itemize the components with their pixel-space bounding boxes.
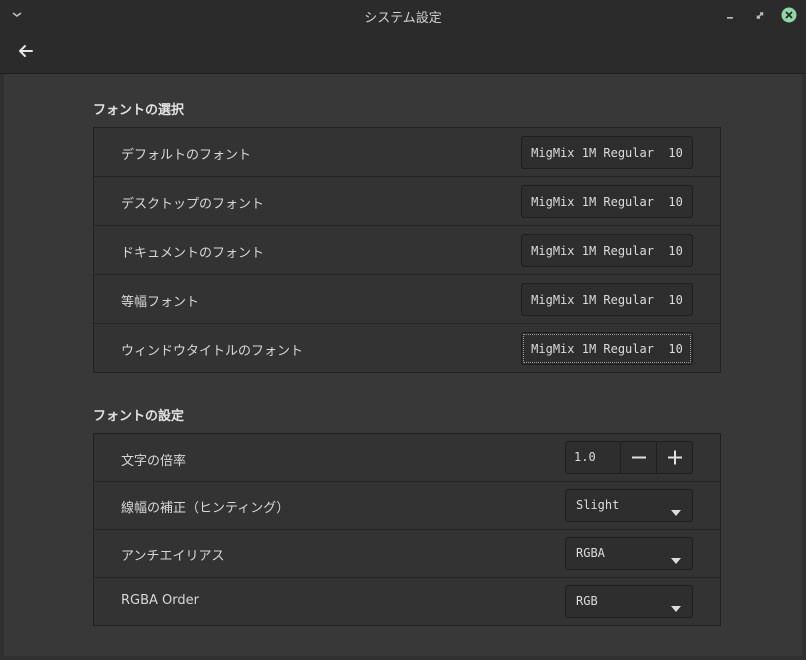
font-row-label: 等幅フォント <box>121 295 200 310</box>
rgba-order-row: RGBA Order RGB <box>94 578 720 625</box>
font-selection-panel: デフォルトのフォント MigMix 1M Regular 10 デスクトップのフ… <box>93 127 721 373</box>
dropdown-arrow-icon <box>670 502 682 516</box>
antialiasing-label: アンチエイリアス <box>121 549 225 564</box>
text-scale-value[interactable]: 1.0 <box>574 450 596 464</box>
font-row-label: ウィンドウタイトルのフォント <box>121 344 304 359</box>
desktop-font-button[interactable]: MigMix 1M Regular 10 <box>521 185 693 218</box>
font-row-label: デフォルトのフォント <box>121 148 252 163</box>
font-row-document: ドキュメントのフォント MigMix 1M Regular 10 <box>94 226 720 275</box>
font-row-window-title: ウィンドウタイトルのフォント MigMix 1M Regular 10 <box>94 324 720 372</box>
hinting-value: Slight <box>576 498 620 512</box>
antialiasing-value: RGBA <box>576 546 605 560</box>
back-arrow-icon[interactable] <box>13 40 39 62</box>
header-bar <box>0 30 806 74</box>
dropdown-arrow-icon <box>670 550 682 564</box>
antialiasing-dropdown[interactable]: RGBA <box>565 537 693 570</box>
maximize-icon[interactable] <box>751 6 769 24</box>
dropdown-arrow-icon <box>670 598 682 612</box>
hinting-row: 線幅の補正（ヒンティング） Slight <box>94 482 720 530</box>
rgba-order-dropdown[interactable]: RGB <box>565 585 693 618</box>
document-font-button[interactable]: MigMix 1M Regular 10 <box>521 234 693 267</box>
text-scale-spinner: 1.0 <box>565 441 693 474</box>
font-row-label: ドキュメントのフォント <box>121 246 265 261</box>
minimize-icon[interactable] <box>721 6 739 24</box>
antialiasing-row: アンチエイリアス RGBA <box>94 530 720 578</box>
window-title-font-button[interactable]: MigMix 1M Regular 10 <box>521 332 693 365</box>
hinting-label: 線幅の補正（ヒンティング） <box>121 501 290 516</box>
decrease-button[interactable] <box>620 442 657 473</box>
default-font-button[interactable]: MigMix 1M Regular 10 <box>521 136 693 169</box>
window-title: システム設定 <box>364 11 442 26</box>
section-title-font-settings: フォントの設定 <box>93 409 185 424</box>
font-row-label: デスクトップのフォント <box>121 197 265 212</box>
window-titlebar: システム設定 <box>0 0 806 30</box>
text-scale-row: 文字の倍率 1.0 <box>94 434 720 482</box>
hinting-dropdown[interactable]: Slight <box>565 489 693 522</box>
settings-content: フォントの選択 デフォルトのフォント MigMix 1M Regular 10 … <box>4 74 802 656</box>
rgba-order-value: RGB <box>576 594 598 608</box>
font-settings-panel: 文字の倍率 1.0 線幅の補正（ヒンティング） Slight アンチエイリアス … <box>93 433 721 626</box>
rgba-order-label: RGBA Order <box>121 593 199 608</box>
section-title-font-selection: フォントの選択 <box>93 103 185 118</box>
close-icon[interactable] <box>780 6 798 24</box>
monospace-font-button[interactable]: MigMix 1M Regular 10 <box>521 283 693 316</box>
font-row-desktop: デスクトップのフォント MigMix 1M Regular 10 <box>94 177 720 226</box>
font-row-default: デフォルトのフォント MigMix 1M Regular 10 <box>94 128 720 177</box>
text-scale-label: 文字の倍率 <box>121 454 187 469</box>
font-row-monospace: 等幅フォント MigMix 1M Regular 10 <box>94 275 720 324</box>
increase-button[interactable] <box>656 442 693 473</box>
